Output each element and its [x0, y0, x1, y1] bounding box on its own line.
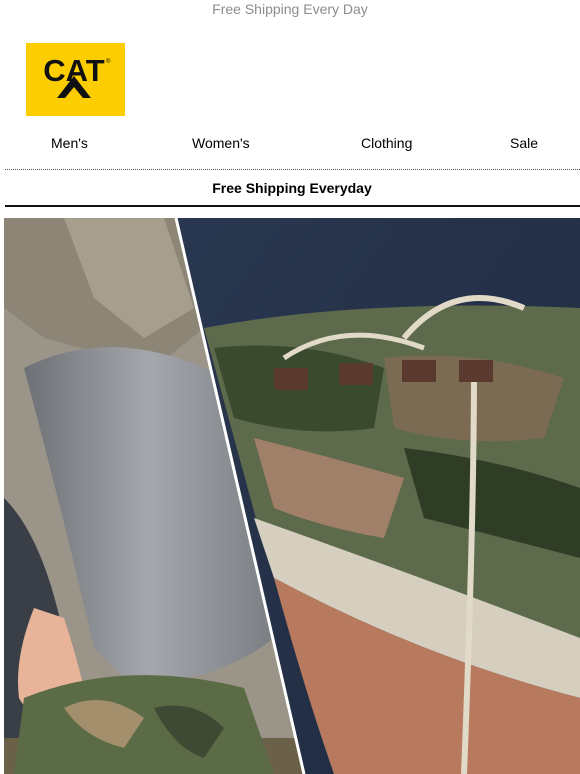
preheader-text: Free Shipping Every Day [212, 1, 368, 17]
cat-logo-icon: CAT ® [26, 43, 125, 116]
nav-divider [5, 169, 580, 170]
hero-image[interactable] [4, 218, 580, 774]
main-nav: Men's Women's Clothing Sale [0, 134, 580, 154]
nav-item-mens[interactable]: Men's [51, 134, 88, 152]
free-shipping-banner[interactable]: Free Shipping Everyday [5, 171, 579, 205]
cat-logo[interactable]: CAT ® [26, 43, 125, 116]
nav-item-clothing[interactable]: Clothing [361, 134, 412, 152]
nav-item-womens[interactable]: Women's [192, 134, 250, 152]
nav-item-sale[interactable]: Sale [510, 134, 538, 152]
camo-sneaker-photo-icon [4, 218, 580, 774]
banner-divider [5, 205, 580, 207]
trademark-mark: ® [106, 58, 111, 65]
